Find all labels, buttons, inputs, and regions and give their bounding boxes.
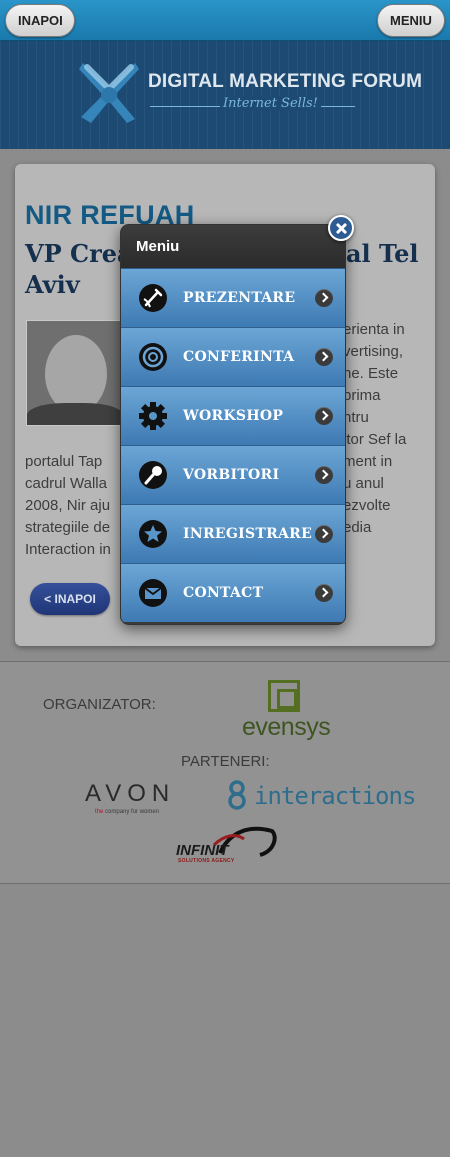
speaker-photo	[26, 320, 122, 426]
chevron-right-icon	[315, 289, 333, 307]
site-header: DIGITAL MARKETING FORUM Internet Sells!	[0, 41, 450, 149]
bio-text: strategiile de	[25, 519, 111, 536]
close-icon[interactable]	[328, 215, 354, 241]
target-icon	[139, 343, 167, 371]
speaker-role-end: al Tel	[346, 239, 419, 268]
chevron-right-icon	[315, 525, 333, 543]
back-button[interactable]: INAPOI	[5, 4, 75, 37]
envelope-icon	[139, 579, 167, 607]
bio-text: ezvolte	[343, 497, 391, 514]
menu-item-label: CONTACT	[183, 585, 264, 601]
menu-item-contact[interactable]: CONTACT	[121, 563, 345, 622]
menu-item-label: VORBITORI	[183, 467, 280, 483]
bio-text: prima	[343, 387, 381, 404]
menu-title: Meniu	[121, 225, 345, 268]
bio-text: 2008, Nir aju	[25, 497, 111, 514]
gear-icon	[139, 402, 167, 430]
menu-item-vorbitori[interactable]: VORBITORI	[121, 445, 345, 504]
infinit-tagline: SOLUTIONS AGENCY	[178, 858, 235, 864]
speaker-back-button[interactable]: < INAPOI	[30, 583, 110, 615]
presentation-icon	[139, 284, 167, 312]
bio-text: ntru	[343, 409, 369, 426]
speaker-role-start: VP Crea	[25, 239, 133, 268]
menu-item-conferinta[interactable]: CONFERINTA	[121, 327, 345, 386]
star-icon	[139, 520, 167, 548]
bio-text: portalul Tap	[25, 453, 103, 470]
chevron-right-icon	[315, 348, 333, 366]
bio-text: erienta in	[343, 321, 405, 338]
evensys-logo[interactable]: evensys	[240, 680, 331, 741]
menu-item-workshop[interactable]: WORKSHOP	[121, 386, 345, 445]
top-bar: INAPOI MENIU	[0, 0, 450, 41]
interactions-logo[interactable]: interactions	[254, 782, 416, 810]
menu-item-label: INREGISTRARE	[183, 526, 313, 542]
microphone-icon	[139, 461, 167, 489]
menu-item-label: CONFERINTA	[183, 349, 295, 365]
organizer-label: ORGANIZATOR:	[43, 696, 156, 713]
evensys-mark-icon	[268, 680, 300, 712]
chevron-right-icon	[315, 407, 333, 425]
bio-text: itor Sef la	[343, 431, 407, 448]
menu-button[interactable]: MENIU	[377, 4, 445, 37]
bio-text: vertising,	[343, 343, 404, 360]
bio-text: ment in	[343, 453, 393, 470]
logo-subtitle: Internet Sells!	[220, 96, 321, 111]
menu-item-label: PREZENTARE	[183, 290, 296, 306]
infinit-logo[interactable]: INFINIT	[176, 842, 229, 859]
bio-text: u anul	[343, 475, 384, 492]
menu-item-inregistrare[interactable]: INREGISTRARE	[121, 504, 345, 563]
avon-logo[interactable]: AVON	[85, 780, 175, 808]
chevron-right-icon	[315, 584, 333, 602]
bio-text: Interaction in	[25, 541, 111, 558]
menu-item-prezentare[interactable]: PREZENTARE	[121, 268, 345, 327]
bio-text: cadrul Walla	[25, 475, 107, 492]
avon-tagline: the company for women	[95, 809, 160, 815]
menu-popup: Meniu PREZENTARE CONFERINTA WORKSHOP VOR…	[120, 224, 346, 625]
menu-item-label: WORKSHOP	[183, 408, 284, 424]
partners-label: PARTENERI:	[181, 753, 270, 770]
chevron-right-icon	[315, 466, 333, 484]
bio-text: edia	[343, 519, 372, 536]
logo-x-icon	[79, 63, 139, 123]
bio-text: ne. Este	[343, 365, 399, 382]
interactions-logo-icon	[228, 780, 246, 810]
logo-title: DIGITAL MARKETING FORUM	[148, 71, 423, 92]
